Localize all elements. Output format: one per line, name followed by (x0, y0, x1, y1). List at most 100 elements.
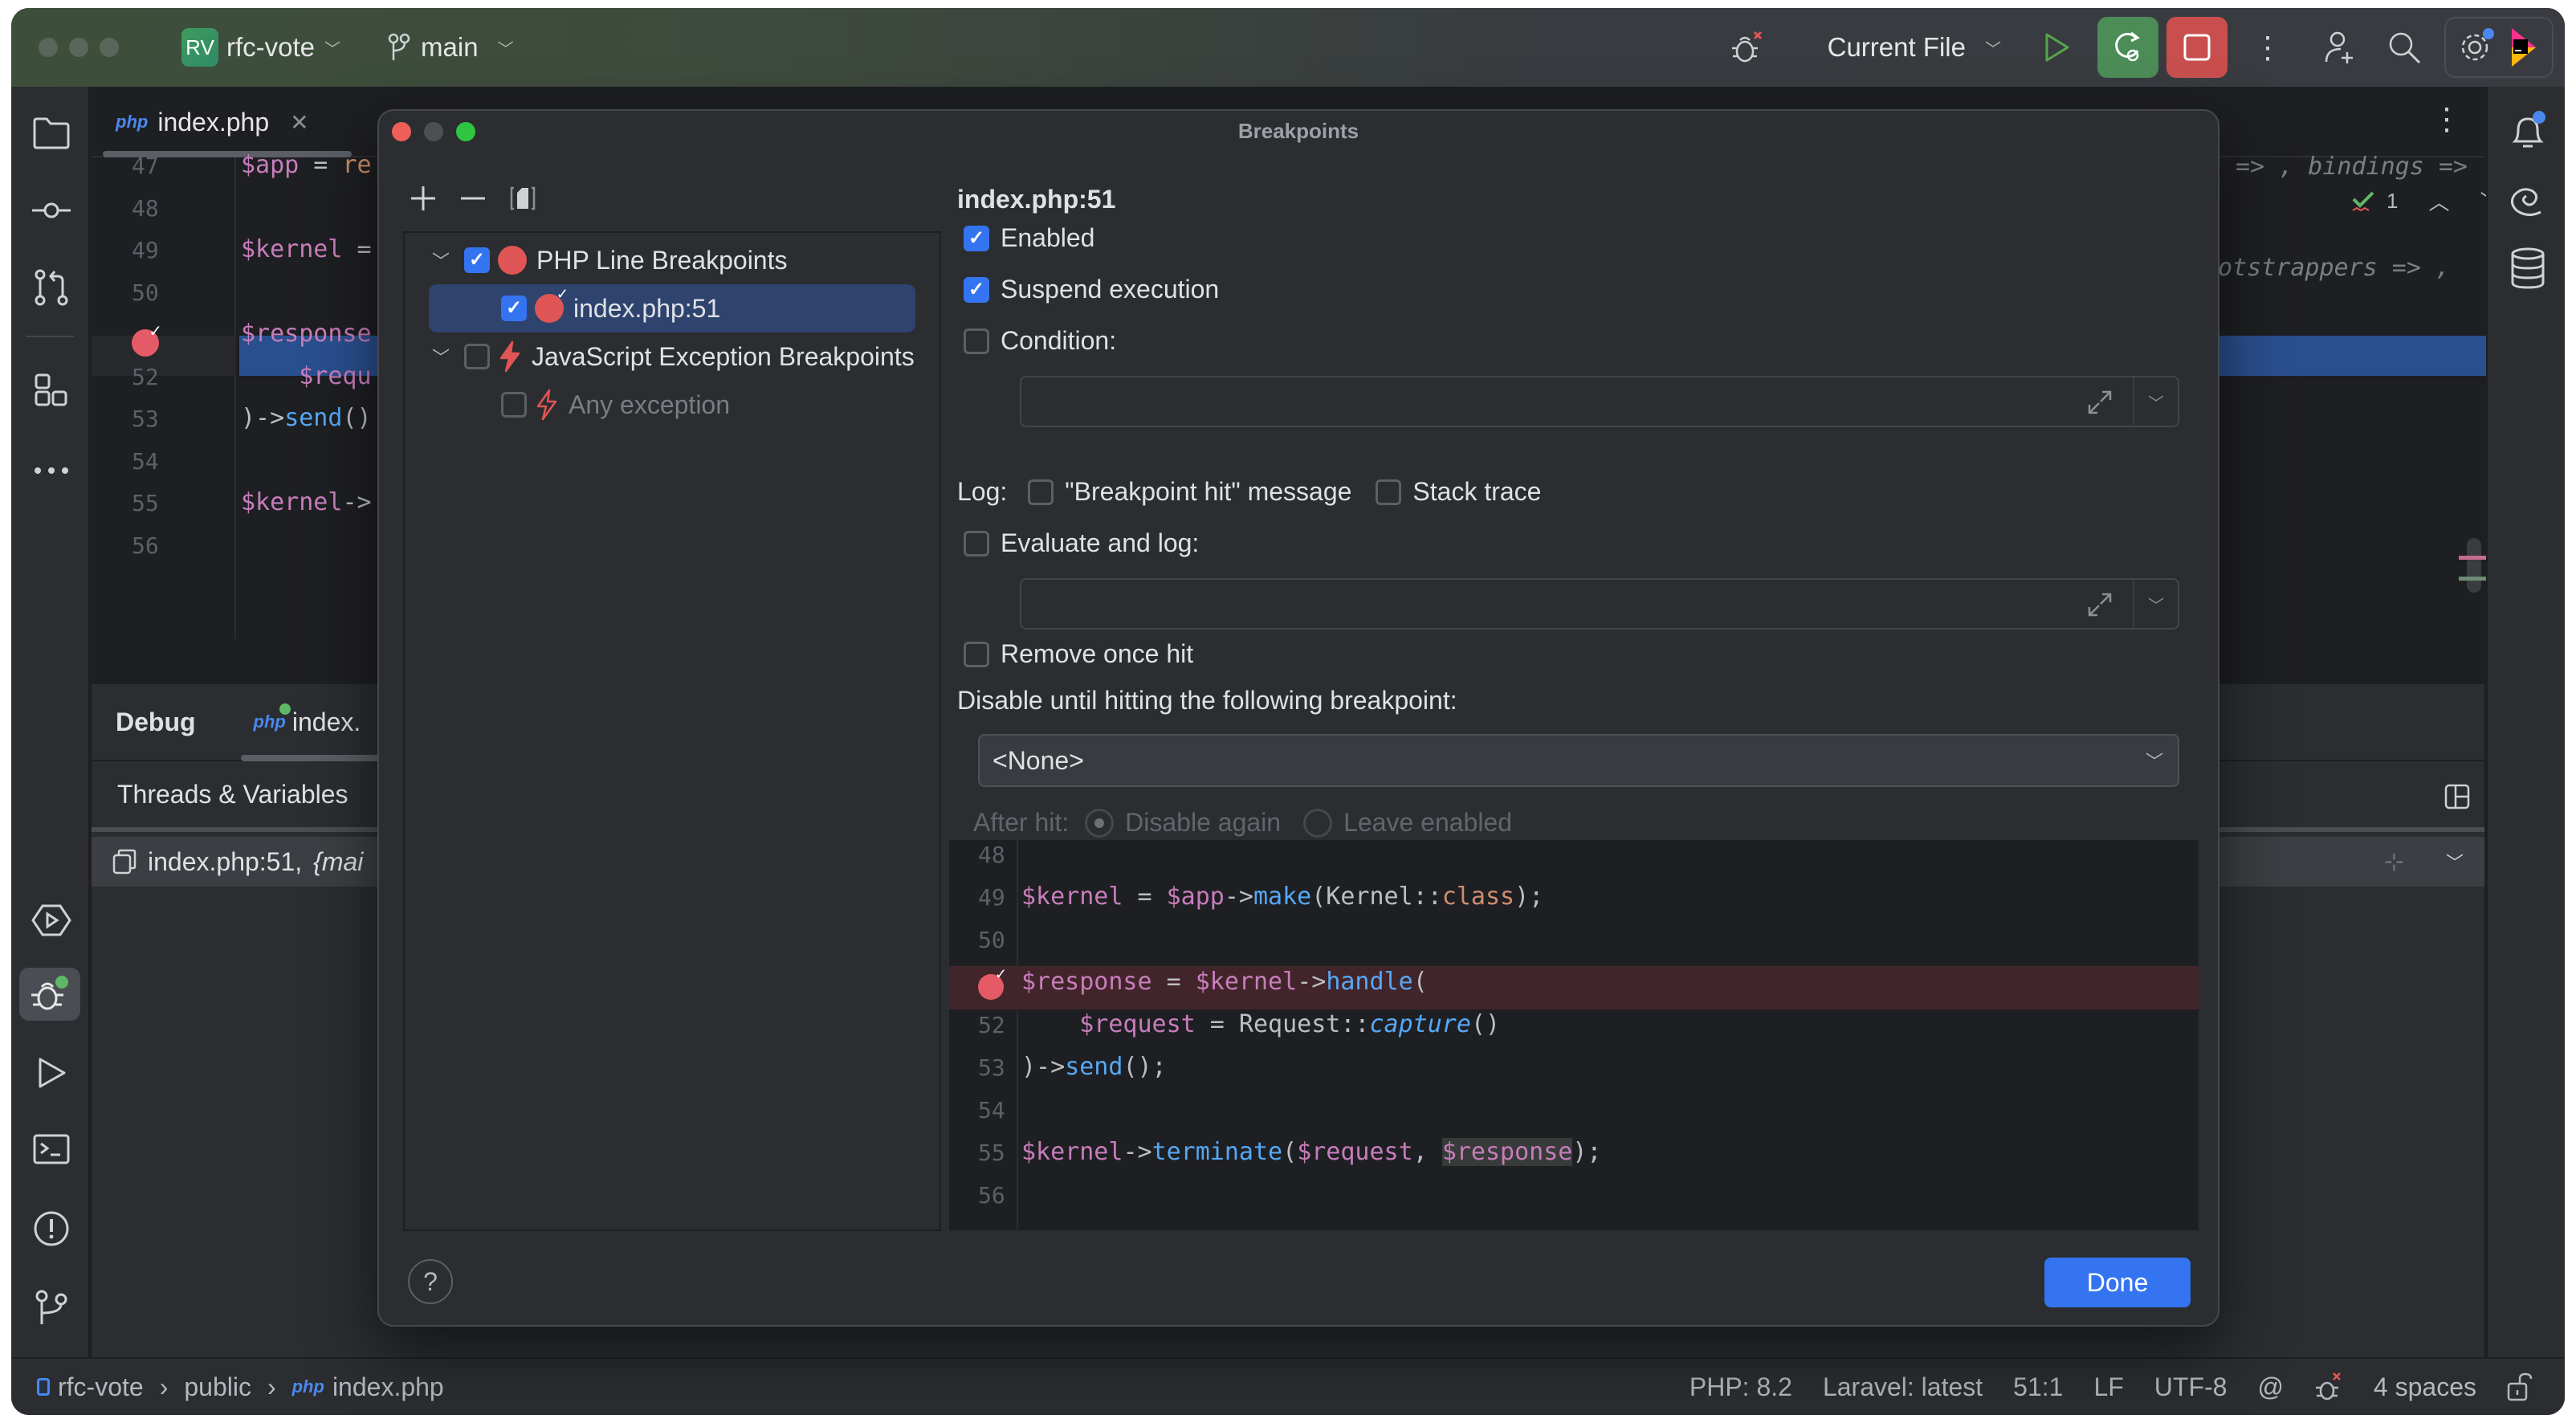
php-file-icon: php (116, 112, 149, 132)
breadcrumb-file[interactable]: index.php (332, 1372, 444, 1402)
expand-chevron-icon[interactable]: ﹀ (429, 247, 453, 273)
layout-settings-icon[interactable] (2444, 784, 2470, 809)
suspend-checkbox-box[interactable] (964, 276, 989, 303)
expand-chevron-icon[interactable]: ﹀ (429, 344, 453, 369)
run-config-selector[interactable]: Current File ﹀ (1828, 32, 2001, 63)
remove-once-hit-checkbox[interactable]: Remove once hit (964, 639, 1193, 669)
scrollbar-thumb[interactable] (2467, 538, 2481, 593)
leave-enabled-radio[interactable] (1303, 808, 1333, 838)
rerun-debug-button[interactable] (2097, 17, 2158, 78)
breakpoint-tree-item[interactable]: ✓index.php:51 (501, 284, 720, 332)
breadcrumb-folder[interactable]: public (184, 1372, 251, 1402)
debug-inactive-icon[interactable] (1723, 23, 1771, 71)
lock-open-icon[interactable] (2507, 1372, 2533, 1401)
done-button[interactable]: Done (2044, 1258, 2191, 1307)
git-icon[interactable] (29, 1285, 74, 1330)
php-version-widget[interactable]: PHP: 8.2 (1689, 1372, 1792, 1402)
database-icon[interactable] (2510, 247, 2545, 293)
breakpoint-tree-item[interactable]: ﹀ JavaScript Exception Breakpoints (429, 332, 915, 381)
condition-input[interactable]: ﹀ (1020, 376, 2179, 427)
ai-assistant-status-icon[interactable]: @ (2257, 1372, 2283, 1402)
search-icon[interactable] (2380, 23, 2428, 71)
php-breakpoint-icon (498, 246, 527, 275)
close-window-button[interactable] (39, 38, 58, 57)
project-tool-folder-icon[interactable] (29, 111, 74, 156)
close-tab-icon[interactable]: ✕ (290, 109, 308, 136)
caret-position-widget[interactable]: 51:1 (2013, 1372, 2063, 1402)
tree-item-checkbox[interactable] (501, 296, 527, 321)
add-breakpoint-icon[interactable] (410, 185, 437, 212)
expand-editor-icon[interactable] (2086, 591, 2113, 618)
exception-breakpoint-icon (499, 340, 520, 373)
expand-editor-icon[interactable] (2086, 389, 2113, 416)
line-separator-widget[interactable]: LF (2093, 1372, 2123, 1402)
services-icon[interactable] (29, 898, 74, 943)
enabled-checkbox[interactable]: Enabled (964, 223, 1094, 253)
condition-checkbox-box[interactable] (964, 328, 989, 354)
tree-item-checkbox[interactable] (464, 344, 490, 369)
more-actions-button[interactable]: ⋮ (2244, 23, 2292, 71)
suspend-execution-checkbox[interactable]: Suspend execution (964, 275, 1219, 304)
laravel-version-widget[interactable]: Laravel: latest (1823, 1372, 1983, 1402)
run-tool-icon[interactable] (29, 1050, 74, 1095)
notifications-icon[interactable] (2509, 111, 2547, 155)
evaluate-input[interactable]: ﹀ (1020, 578, 2179, 630)
stack-trace-checkbox[interactable] (1376, 479, 1402, 505)
stop-button[interactable] (2166, 17, 2228, 78)
ai-assistant-swirl-icon[interactable] (2509, 183, 2547, 222)
enabled-checkbox-box[interactable] (964, 225, 989, 251)
evaluate-log-checkbox[interactable]: Evaluate and log: (964, 528, 1199, 558)
tab-options-button[interactable]: ⋮ (2431, 101, 2462, 137)
log-message-checkbox[interactable] (1028, 479, 1054, 505)
tree-item-checkbox[interactable] (464, 247, 490, 273)
condition-history-dropdown[interactable]: ﹀ (2133, 377, 2178, 426)
disable-until-select[interactable]: <None> ﹀ (978, 734, 2179, 787)
enabled-label: Enabled (1001, 223, 1095, 252)
remove-checkbox-box[interactable] (964, 641, 989, 667)
add-user-icon[interactable] (2316, 23, 2364, 71)
run-button[interactable] (2033, 23, 2081, 71)
zoom-window-button[interactable] (100, 38, 119, 57)
minimize-window-button[interactable] (69, 38, 88, 57)
breakpoint-heading: index.php:51 (957, 185, 1116, 214)
frame-dropdown-chevron[interactable]: ﹀ (2446, 849, 2464, 875)
remove-breakpoint-icon[interactable] (459, 185, 487, 212)
tab-index-php[interactable]: php index.php ✕ (116, 98, 309, 146)
breakpoint-tree-item[interactable]: Any exception (501, 381, 730, 429)
structure-icon[interactable] (29, 368, 74, 413)
breakpoint-marker-icon[interactable]: ✓ (978, 966, 1007, 1000)
line-number: 52 (978, 1012, 1005, 1038)
breakpoint-marker-icon[interactable]: ✓ (132, 323, 162, 357)
settings-gear-icon[interactable] (2451, 23, 2499, 71)
disable-again-radio[interactable] (1085, 808, 1115, 838)
branch-selector[interactable]: main ﹀ (387, 32, 514, 63)
group-by-file-icon[interactable] (509, 185, 536, 212)
inspection-widget[interactable]: 1 ︿ ﹀ (2351, 186, 2501, 216)
indent-widget[interactable]: 4 spaces (2374, 1372, 2476, 1402)
debug-session-tab[interactable]: php index. (254, 703, 361, 737)
debugger-status-icon[interactable] (2314, 1372, 2343, 1402)
terminal-icon[interactable] (29, 1127, 74, 1172)
tree-item-checkbox[interactable] (501, 392, 527, 418)
evaluate-checkbox-box[interactable] (964, 530, 989, 557)
add-watch-icon[interactable]: ⊹ (2384, 848, 2404, 876)
chevron-down-icon: ﹀ (497, 40, 514, 59)
project-selector[interactable]: rfc-vote (226, 32, 315, 63)
encoding-widget[interactable]: UTF-8 (2154, 1372, 2228, 1402)
line-number: 48 (132, 194, 159, 222)
commit-icon[interactable] (29, 188, 74, 233)
more-tools-icon[interactable] (29, 448, 74, 493)
help-button[interactable]: ? (408, 1259, 453, 1304)
breakpoint-tree-item[interactable]: ﹀ PHP Line Breakpoints (429, 236, 787, 284)
pull-requests-icon[interactable] (29, 265, 74, 310)
jetbrains-logo-icon[interactable] (2499, 23, 2547, 71)
evaluate-history-dropdown[interactable]: ﹀ (2133, 580, 2178, 628)
project-badge[interactable]: RV (181, 28, 218, 67)
line-number: 56 (132, 532, 159, 559)
problems-icon[interactable] (29, 1206, 74, 1251)
php-debug-session-icon: php (254, 703, 291, 732)
condition-checkbox[interactable]: Condition: (964, 326, 1116, 356)
debug-tool-button[interactable] (19, 968, 80, 1021)
breadcrumb-project[interactable]: rfc-vote (58, 1372, 144, 1402)
prev-highlight-icon[interactable]: ︿ (2428, 186, 2449, 216)
